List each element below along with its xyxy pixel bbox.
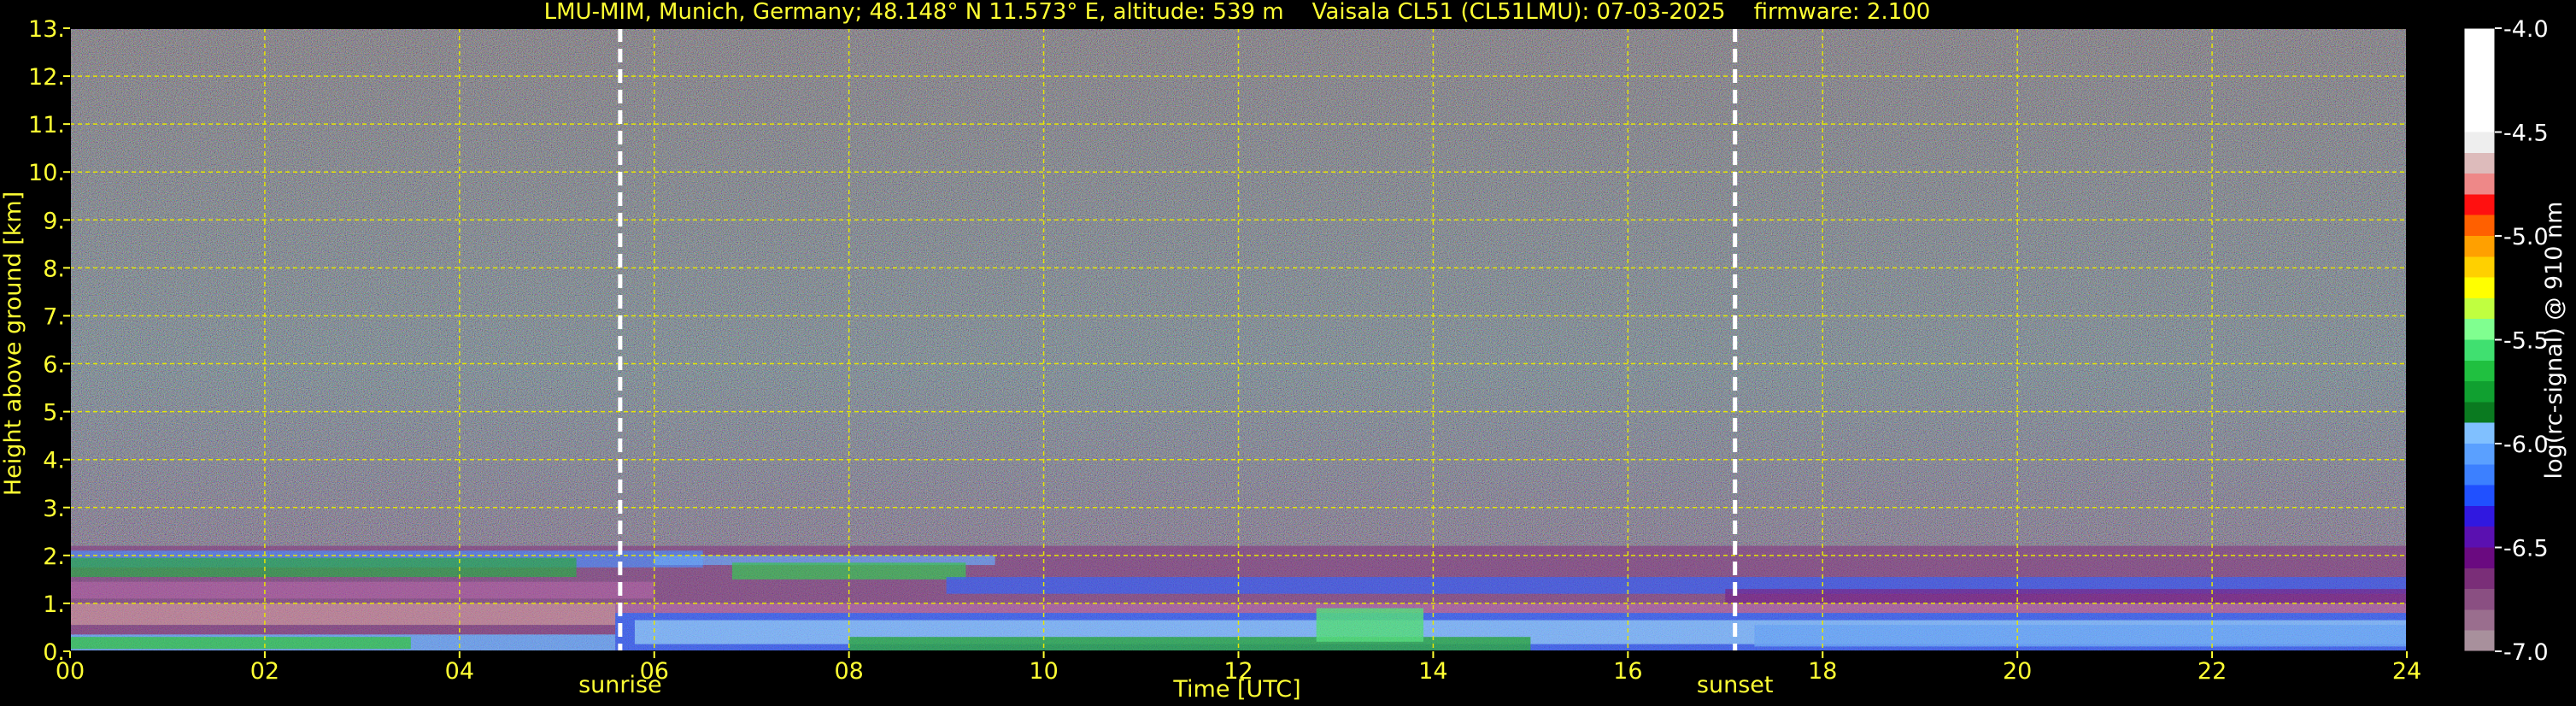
- y-tick-label: 10.: [28, 160, 65, 186]
- x-tick-label: 24: [2392, 658, 2421, 685]
- sunset-label: sunset: [1697, 672, 1774, 698]
- y-axis-label: Height above ground [km]: [0, 191, 26, 496]
- colorbar-label: log(rc-signal) @ 910 nm: [2541, 202, 2567, 479]
- x-tick-label: 14: [1418, 658, 1447, 685]
- colorbar-tick-label: -4.5: [2503, 121, 2549, 147]
- y-tick-label: 5.: [43, 400, 65, 427]
- y-tick-label: 6.: [43, 352, 65, 379]
- y-tick-label: 11.: [28, 112, 65, 138]
- x-tick-label: 20: [2003, 658, 2032, 685]
- x-tick-label: 02: [250, 658, 279, 685]
- x-tick-label: 04: [445, 658, 474, 685]
- x-tick-label: 08: [834, 658, 863, 685]
- colorbar-tick-label: -4.0: [2503, 16, 2549, 43]
- y-tick-label: 2.: [43, 544, 65, 570]
- x-tick-label: 16: [1613, 658, 1642, 685]
- x-tick-label: 10: [1029, 658, 1058, 685]
- ceilometer-chart: sunrise sunset 00 02 04 06 08 10 12 14 16 18 20 22 24…: [0, 0, 2567, 703]
- x-tick-label: 22: [2198, 658, 2227, 685]
- colorbar-strip: [2463, 27, 2496, 652]
- colorbar: -4.0-4.5-5.0-5.5-6.0-6.5-7.0: [2463, 16, 2549, 666]
- colorbar-tick-label: -6.5: [2503, 536, 2549, 562]
- chart-title: LMU-MIM, Munich, Germany; 48.148° N 11.5…: [544, 0, 1931, 25]
- y-tick-label: 13.: [28, 16, 65, 43]
- x-tick-label: 06: [640, 658, 669, 685]
- x-tick-label: 18: [1808, 658, 1837, 685]
- y-axis-ticks: 0. 1. 2. 3. 4. 5. 6. 7. 8. 9. 10. 11. 12. 13.: [28, 16, 70, 666]
- y-tick-label: 4.: [43, 448, 65, 474]
- y-tick-label: 7.: [43, 303, 65, 330]
- y-tick-label: 12.: [28, 64, 65, 91]
- y-tick-label: 1.: [43, 591, 65, 618]
- y-tick-label: 8.: [43, 256, 65, 282]
- colorbar-tick-label: -7.0: [2503, 639, 2549, 666]
- y-tick-label: 0.: [43, 639, 65, 666]
- x-axis-label: Time [UTC]: [1172, 676, 1300, 703]
- y-tick-label: 9.: [43, 208, 65, 234]
- y-tick-label: 3.: [43, 496, 65, 522]
